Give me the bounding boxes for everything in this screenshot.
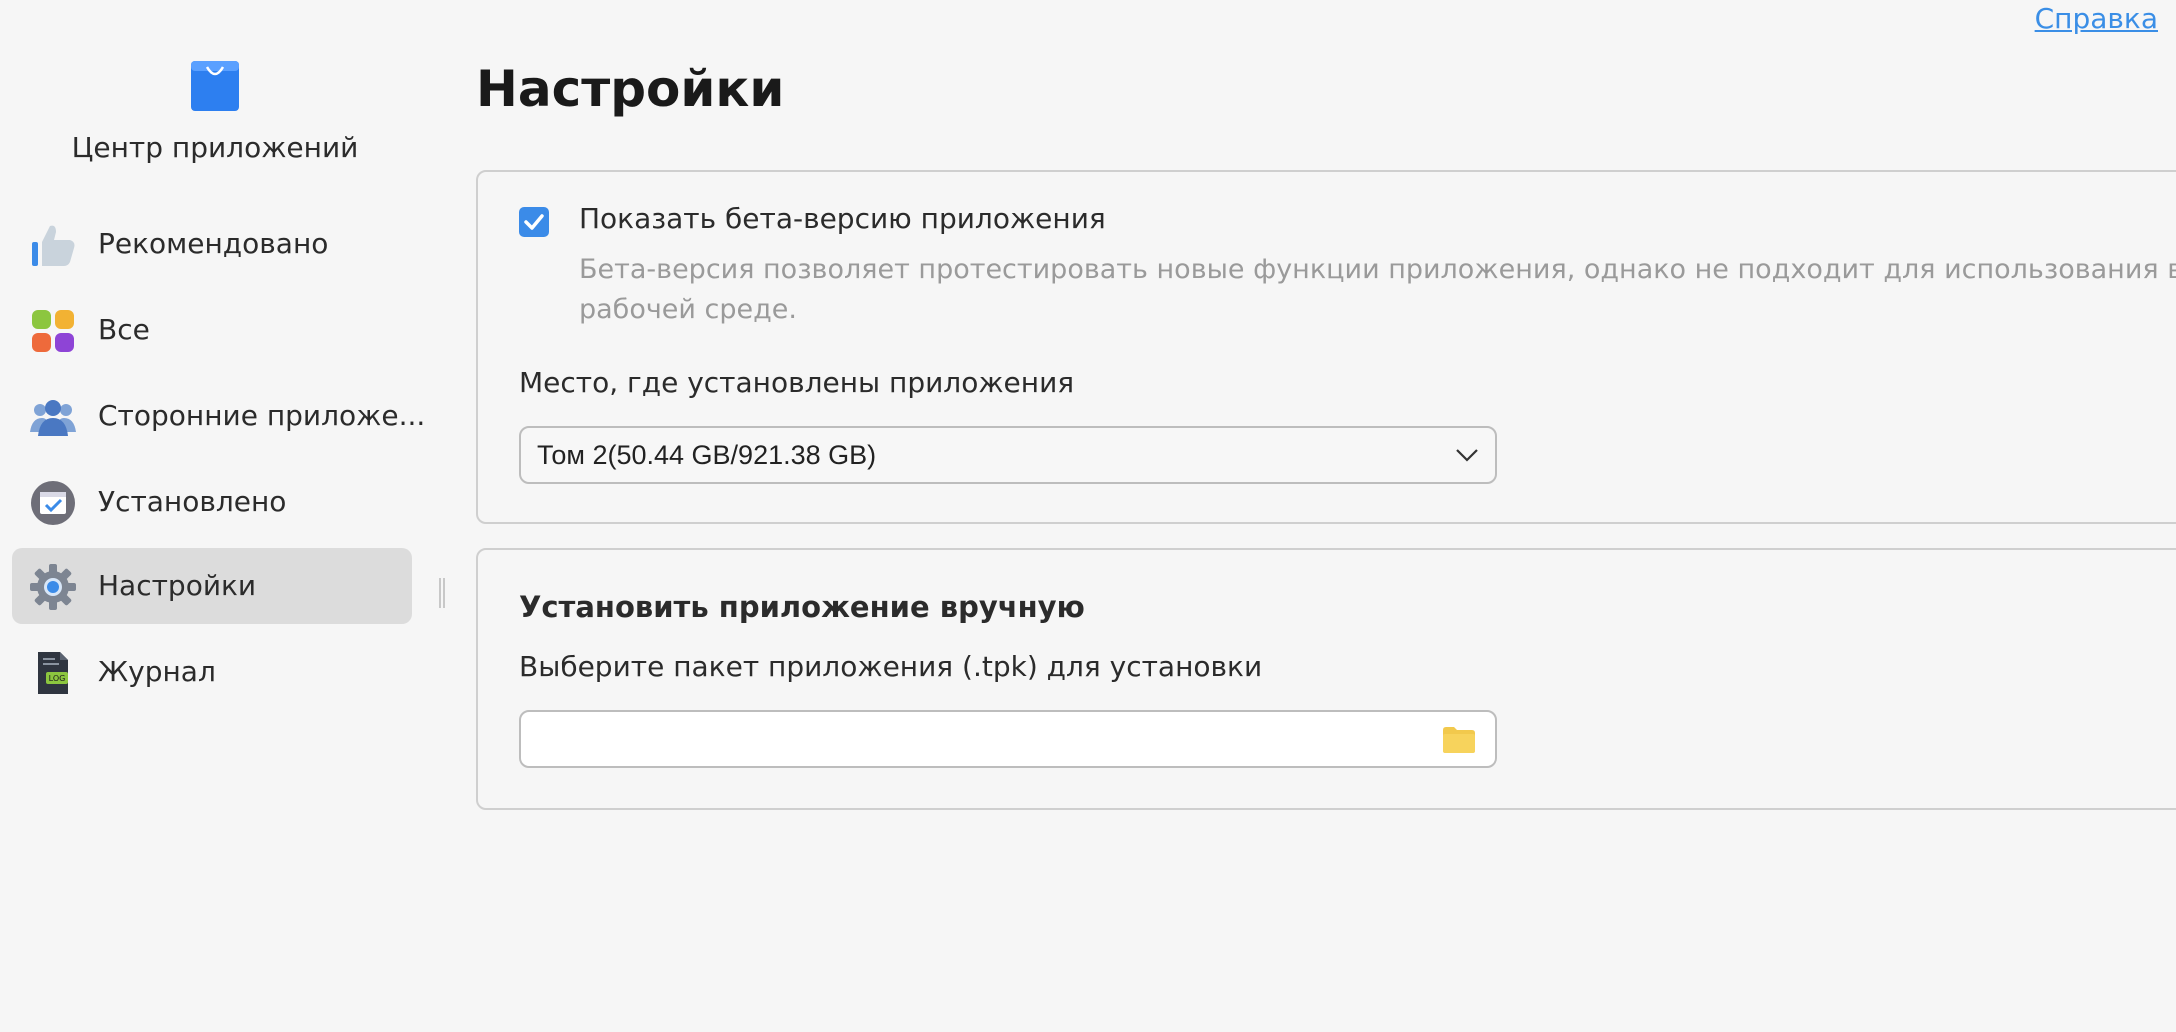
chevron-down-icon <box>1456 449 1478 462</box>
sidebar-item-log[interactable]: LOG Журнал <box>12 634 412 710</box>
page-title: Настройки <box>476 60 785 118</box>
beta-checkbox-label[interactable]: Показать бета-версию приложения <box>579 202 1106 235</box>
sidebar-resize-handle[interactable] <box>439 578 445 608</box>
log-file-icon: LOG <box>38 652 68 694</box>
installed-icon <box>31 481 75 525</box>
gear-icon <box>30 564 76 610</box>
sidebar-item-recommended[interactable]: Рекомендовано <box>12 206 412 282</box>
sidebar-item-label: Настройки <box>98 569 257 602</box>
install-location-select[interactable]: Том 2(50.44 GB/921.38 GB) <box>519 426 1497 484</box>
thumbs-up-icon <box>32 225 75 266</box>
beta-description: Бета-версия позволяет протестировать нов… <box>579 254 2176 325</box>
sidebar-item-label: Журнал <box>98 655 216 688</box>
svg-text:LOG: LOG <box>49 674 66 683</box>
sidebar: Центр приложений Рекомендовано Все Сторо… <box>0 0 430 1032</box>
all-apps-grid-icon <box>32 310 74 352</box>
help-link[interactable]: Справка <box>2035 2 2158 35</box>
package-file-input[interactable] <box>519 710 1497 768</box>
sidebar-item-label: Установлено <box>98 485 287 518</box>
install-location-value: Том 2(50.44 GB/921.38 GB) <box>537 440 877 470</box>
manual-install-card: Установить приложение вручную Выберите п… <box>476 548 2176 810</box>
folder-icon[interactable] <box>1443 727 1475 753</box>
checkmark-icon <box>524 214 544 230</box>
sidebar-item-label: Все <box>98 313 150 346</box>
sidebar-item-all[interactable]: Все <box>12 292 412 368</box>
sidebar-item-third-party[interactable]: Сторонние приложе... <box>12 378 425 454</box>
app-title: Центр приложений <box>71 131 359 164</box>
beta-settings-card: Показать бета-версию приложения Бета-вер… <box>476 170 2176 524</box>
sidebar-item-settings[interactable]: Настройки <box>12 548 412 624</box>
sidebar-item-label: Сторонние приложе... <box>98 399 426 432</box>
beta-checkbox[interactable] <box>519 207 549 237</box>
sidebar-item-label: Рекомендовано <box>98 227 329 260</box>
third-party-users-icon <box>30 400 76 436</box>
sidebar-item-installed[interactable]: Установлено <box>12 464 412 540</box>
package-select-label: Выберите пакет приложения (.tpk) для уст… <box>519 650 1263 683</box>
install-location-label: Место, где установлены приложения <box>519 366 1075 399</box>
app-center-logo-icon <box>191 61 239 111</box>
manual-install-title: Установить приложение вручную <box>519 590 1085 624</box>
